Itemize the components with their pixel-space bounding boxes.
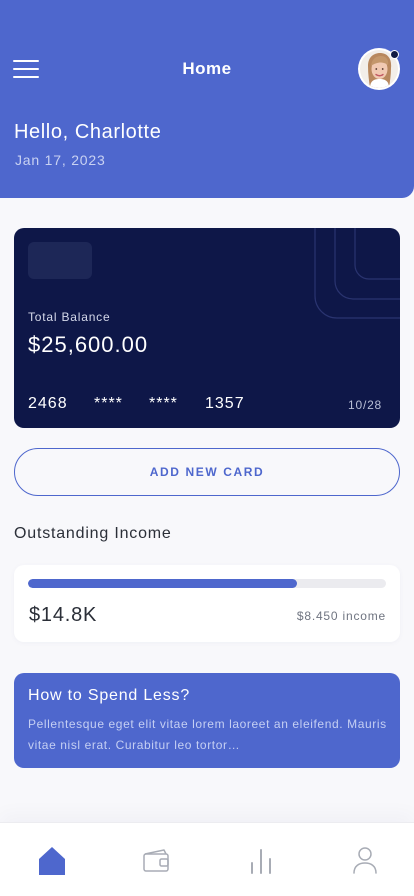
card-number-segment: **** — [149, 395, 178, 412]
profile-icon[interactable] — [350, 845, 380, 875]
outstanding-income-title: Outstanding Income — [14, 525, 172, 542]
total-balance-label: Total Balance — [28, 310, 111, 324]
card-chip — [28, 242, 92, 279]
card-number-segment: 2468 — [28, 395, 68, 412]
spending-tip-card[interactable]: How to Spend Less? Pellentesque eget eli… — [14, 673, 400, 768]
card-number-segment: **** — [94, 395, 123, 412]
page-title: Home — [182, 59, 232, 78]
notification-dot — [390, 50, 399, 59]
bottom-navigation — [0, 822, 414, 896]
home-screen: Home Hello, Charlotte Jan 17, 2023 Total… — [0, 0, 414, 896]
card-number-segment: 1357 — [205, 395, 245, 412]
greeting-text: Hello, Charlotte — [14, 121, 162, 143]
current-date: Jan 17, 2023 — [15, 152, 106, 168]
card-expiry-date: 10/28 — [348, 398, 383, 412]
user-avatar[interactable] — [358, 48, 400, 90]
home-icon-graphic — [39, 847, 65, 875]
wallet-icon[interactable] — [142, 845, 172, 875]
income-detail: $8.450 income — [296, 609, 386, 623]
home-icon[interactable] — [37, 845, 67, 875]
income-amount: $14.8K — [29, 604, 98, 626]
bar-chart-icon-graphic — [251, 849, 271, 874]
home-header: Home Hello, Charlotte Jan 17, 2023 — [0, 0, 414, 198]
profile-icon-graphic — [353, 847, 377, 874]
income-summary-card: $14.8K $8.450 income — [14, 565, 400, 642]
add-new-card-button[interactable]: ADD NEW CARD — [14, 448, 400, 496]
wallet-icon-graphic — [143, 849, 169, 872]
income-progress-track — [28, 579, 386, 588]
balance-card[interactable]: Total Balance $25,600.00 2468 **** **** … — [14, 228, 400, 428]
tip-title: How to Spend Less? — [28, 687, 191, 704]
tip-description: Pellentesque eget elit vitae lorem laore… — [28, 717, 387, 752]
income-progress-fill — [28, 579, 297, 588]
bar-chart-icon[interactable] — [247, 845, 277, 875]
total-balance-amount: $25,600.00 — [28, 332, 149, 357]
